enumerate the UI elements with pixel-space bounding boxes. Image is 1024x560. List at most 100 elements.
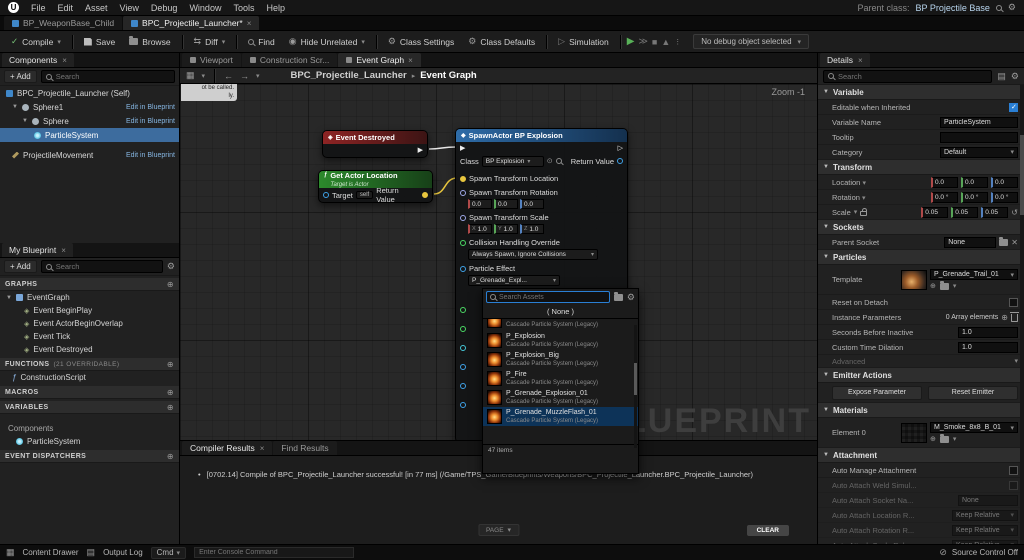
collision-handling-pin[interactable]	[460, 240, 466, 246]
reset-emitter-button[interactable]: Reset Emitter	[928, 386, 1018, 400]
spawn-transform-scale-pin[interactable]	[460, 215, 466, 221]
details-scrollbar[interactable]	[1020, 85, 1024, 544]
auto-manage-attachment-checkbox[interactable]	[1009, 466, 1018, 475]
event-beginplay-row[interactable]: ◈Event BeginPlay	[0, 304, 179, 317]
my-blueprint-search-input[interactable]	[56, 262, 158, 271]
chevron-down-icon[interactable]: ▼	[22, 118, 28, 124]
menu-file[interactable]: File	[31, 3, 46, 13]
event-graph-row[interactable]: ▼ EventGraph	[0, 291, 179, 304]
add-graph-icon[interactable]: ⊕	[167, 280, 174, 289]
exec-out-pin[interactable]: ▷	[618, 145, 623, 152]
clear-button[interactable]: CLEAR	[747, 525, 789, 536]
tab-bpc-projectile-launcher[interactable]: BPC_Projectile_Launcher* ×	[123, 16, 259, 30]
seconds-before-inactive-field[interactable]: 1.0	[958, 327, 1018, 338]
class-defaults-button[interactable]: ⚙Class Defaults	[463, 34, 540, 49]
scale-x-field[interactable]: 0.05	[921, 207, 948, 218]
frame-skip-button[interactable]: ≫	[638, 36, 647, 47]
node-event-destroyed[interactable]: ◈Event Destroyed ▶	[322, 130, 428, 158]
chevron-down-icon[interactable]: ▾	[953, 282, 957, 290]
menu-window[interactable]: Window	[189, 3, 221, 13]
use-selected-icon[interactable]: ⊕	[930, 435, 936, 443]
input-pin[interactable]	[460, 402, 466, 408]
use-selected-icon[interactable]: ⊕	[930, 282, 936, 290]
component-row-sphere[interactable]: ▼ Sphere Edit in Blueprint	[0, 114, 179, 128]
collision-handling-select[interactable]: Always Spawn, Ignore Collisions▾	[468, 249, 598, 260]
tab-compiler-results[interactable]: Compiler Results×	[182, 441, 272, 455]
details-settings-gear-icon[interactable]: ⚙	[1011, 71, 1019, 82]
auto-attach-location-select[interactable]: Keep Relative▾	[952, 510, 1018, 521]
scale-z-field[interactable]: Z1.0	[520, 224, 544, 234]
list-view-icon[interactable]: ▤	[997, 71, 1006, 82]
asset-list-scrollbar[interactable]	[634, 325, 637, 448]
details-search[interactable]	[823, 70, 992, 83]
reset-on-detach-checkbox[interactable]	[1009, 298, 1018, 307]
tab-event-graph[interactable]: Event Graph×	[338, 53, 420, 67]
edit-in-blueprint-link[interactable]: Edit in Blueprint	[126, 152, 175, 159]
content-drawer-button[interactable]: Content Drawer	[23, 548, 79, 557]
add-function-icon[interactable]: ⊕	[167, 360, 174, 369]
input-pin[interactable]	[460, 364, 466, 370]
browse-socket-icon[interactable]	[999, 239, 1008, 246]
rotation-x-field[interactable]: 0.0	[468, 199, 492, 209]
add-blueprint-item-button[interactable]: + Add	[4, 260, 37, 273]
menu-debug[interactable]: Debug	[151, 3, 178, 13]
section-attachment[interactable]: ▼Attachment	[818, 448, 1024, 463]
section-transform[interactable]: ▼Transform	[818, 160, 1024, 175]
parent-class-value[interactable]: BP Projectile Base	[916, 3, 990, 13]
output-log-icon[interactable]: ▤	[87, 547, 96, 558]
input-pin[interactable]	[460, 345, 466, 351]
tab-viewport[interactable]: Viewport	[182, 53, 241, 67]
chevron-down-icon[interactable]: ▾	[862, 180, 866, 187]
clear-socket-icon[interactable]: ✕	[1011, 238, 1018, 247]
section-emitter-actions[interactable]: ▼Emitter Actions	[818, 368, 1024, 383]
diff-button[interactable]: ⇆Diff▾	[189, 34, 231, 49]
construction-script-row[interactable]: ƒConstructionScript	[0, 371, 179, 384]
my-blueprint-search[interactable]	[41, 260, 163, 273]
chevron-down-icon[interactable]: ▾	[862, 195, 866, 202]
class-settings-button[interactable]: ⚙Class Settings	[383, 34, 459, 49]
add-element-icon[interactable]: ⊕	[1001, 313, 1008, 322]
asset-none-option[interactable]: ( None )	[483, 305, 638, 319]
asset-item-p-grenade-explosion[interactable]: P_Grenade_Explosion_01Cascade Particle S…	[483, 388, 638, 407]
clear-array-icon[interactable]	[1011, 314, 1018, 322]
asset-item-p-fire[interactable]: P_FireCascade Particle System (Legacy)	[483, 369, 638, 388]
component-row-projectilemovement[interactable]: ProjectileMovement Edit in Blueprint	[0, 148, 179, 162]
forward-arrow-icon[interactable]: →	[240, 71, 249, 81]
location-z-field[interactable]: 0.0	[991, 177, 1018, 188]
return-value-pin[interactable]	[422, 192, 428, 198]
chevron-down-icon[interactable]: ▾	[854, 208, 858, 216]
input-pin[interactable]	[460, 307, 466, 313]
asset-item-p-grenade-muzzleflash[interactable]: P_Grenade_MuzzleFlash_01Cascade Particle…	[483, 407, 638, 426]
input-pin[interactable]	[460, 326, 466, 332]
event-destroyed-row[interactable]: ◈Event Destroyed	[0, 343, 179, 356]
row-advanced-expander[interactable]: Advanced ▾	[818, 355, 1024, 368]
details-search-input[interactable]	[838, 72, 987, 81]
close-icon[interactable]: ×	[247, 19, 252, 28]
browse-button[interactable]: Browse	[124, 35, 175, 49]
chevron-down-icon[interactable]: ▾	[953, 435, 957, 443]
location-y-field[interactable]: 0.0	[961, 177, 988, 188]
component-row-self[interactable]: BPC_Projectile_Launcher (Self)	[0, 86, 179, 100]
auto-attach-socket-field[interactable]: None	[958, 495, 1018, 506]
section-materials[interactable]: ▼Materials	[818, 403, 1024, 418]
browse-asset-icon[interactable]	[556, 158, 562, 164]
asset-search-input[interactable]	[499, 294, 606, 301]
template-select[interactable]: P_Grenade_Trail_01▾	[930, 269, 1018, 280]
asset-item[interactable]: Cascade Particle System (Legacy)	[483, 319, 638, 330]
menu-asset[interactable]: Asset	[85, 3, 108, 13]
rotation-z-field[interactable]: 0.0 °	[991, 192, 1018, 203]
settings-gear-icon[interactable]: ⚙	[1008, 2, 1016, 13]
chevron-down-icon[interactable]: ▾	[202, 72, 206, 80]
add-macro-icon[interactable]: ⊕	[167, 388, 174, 397]
chevron-down-icon[interactable]: ▾	[57, 38, 61, 46]
target-self-chip[interactable]: self	[356, 191, 373, 199]
tooltip-input[interactable]	[944, 134, 1014, 141]
tab-details[interactable]: Details ×	[820, 53, 870, 67]
spawn-transform-location-pin[interactable]	[460, 176, 466, 182]
play-button[interactable]: ▶	[627, 36, 635, 47]
scale-x-field[interactable]: X1.0	[468, 224, 492, 234]
editable-inherited-checkbox[interactable]	[1009, 103, 1018, 112]
edit-in-blueprint-link[interactable]: Edit in Blueprint	[126, 118, 175, 125]
breadcrumb-root[interactable]: BPC_Projectile_Launcher	[291, 70, 407, 81]
stop-button[interactable]: ■	[652, 37, 657, 47]
